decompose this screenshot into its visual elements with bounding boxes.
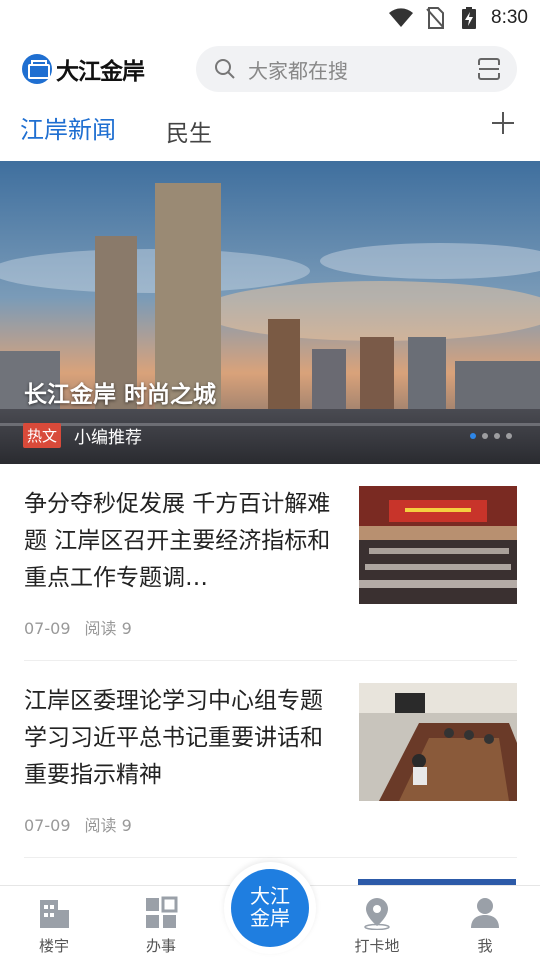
news-list-item[interactable]: 争分夺秒促发展 千方百计解难题 江岸区召开主要经济指标和重点工作专题调… 07-… [24,486,517,661]
no-sim-icon [423,7,447,29]
logo-icon [22,54,52,84]
banner-carousel[interactable]: 长江金岸 时尚之城 热文 小编推荐 [0,161,540,464]
bottom-nav: 楼宇 办事 大江 金岸 打卡地 我 [0,862,540,960]
search-placeholder: 大家都在搜 [248,58,348,83]
article-title: 江岸区委理论学习中心组专题学习习近平总书记重要讲话和重要指示精神 [24,688,323,788]
grid-icon [144,896,178,930]
nav-label: 打卡地 [354,937,400,955]
carousel-dot [506,433,512,439]
nav-item-buildings[interactable]: 楼宇 [14,896,94,956]
hot-tag-badge: 热文 [23,423,62,448]
add-channel-icon[interactable] [492,112,514,134]
nav-item-checkin[interactable]: 打卡地 [337,896,417,956]
app-logo[interactable]: 大江金岸 [22,52,192,86]
search-input[interactable]: 大家都在搜 [196,46,517,92]
article-meta: 07-09 阅读 9 [24,615,132,639]
building-icon [37,896,71,930]
wifi-icon [389,7,414,29]
news-list-item[interactable]: 江岸区委理论学习中心组专题学习习近平总书记重要讲话和重要指示精神 07-09 阅读… [24,683,517,858]
status-bar: 8:30 [0,0,540,36]
article-meta: 07-09 阅读 9 [24,812,132,836]
center-button-label: 大江 金岸 [231,869,309,947]
carousel-dot [482,433,488,439]
carousel-dot [470,433,476,439]
search-icon [215,59,235,79]
carousel-indicator [470,433,512,439]
article-thumbnail [359,683,517,801]
location-pin-icon [360,896,394,931]
nav-item-services[interactable]: 办事 [121,896,201,956]
article-reads: 阅读 9 [84,619,132,638]
tab-jiangan-news[interactable]: 江岸新闻 [20,110,116,145]
tab-minsheng[interactable]: 民生 [166,114,212,148]
center-label-line: 金岸 [250,906,290,930]
scan-icon[interactable] [477,57,501,81]
person-icon [468,896,502,930]
banner-title: 长江金岸 时尚之城 [24,382,217,408]
status-time: 8:30 [491,7,528,28]
article-date: 07-09 [24,816,71,835]
logo-text: 大江金岸 [56,58,145,85]
nav-label: 办事 [145,937,176,955]
article-thumbnail [359,486,517,604]
center-label-line: 大江 [250,884,290,908]
article-date: 07-09 [24,619,71,638]
banner-image [0,161,540,464]
nav-label: 楼宇 [38,937,69,955]
nav-item-me[interactable]: 我 [445,896,525,956]
app-header: 大江金岸 大家都在搜 [0,44,540,94]
channel-tabs: 江岸新闻 民生 [0,104,540,154]
carousel-dot [494,433,500,439]
article-reads: 阅读 9 [84,816,132,835]
banner-subtitle: 小编推荐 [74,428,142,448]
center-home-button[interactable]: 大江 金岸 [224,862,316,954]
article-title: 争分夺秒促发展 千方百计解难题 江岸区召开主要经济指标和重点工作专题调… [24,491,331,591]
battery-charging-icon [457,7,481,29]
nav-label: 我 [477,937,493,955]
